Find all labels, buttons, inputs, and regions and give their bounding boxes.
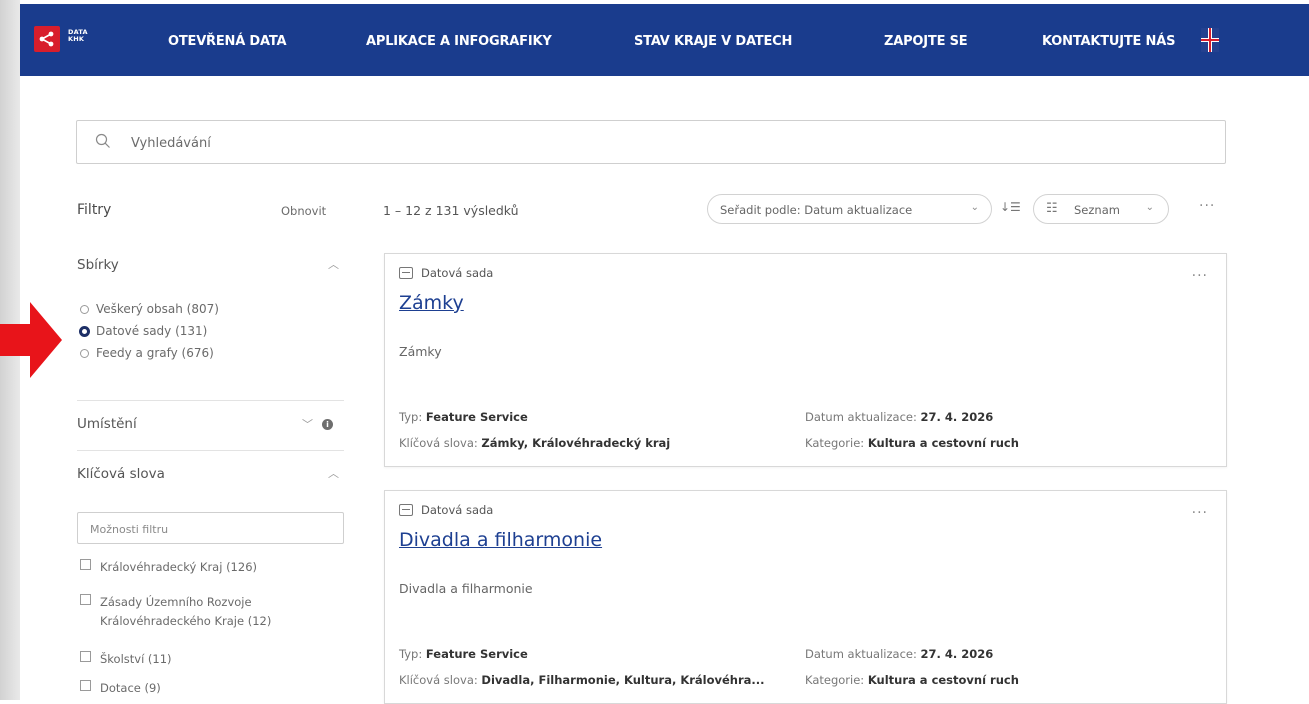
meta-label: Kategorie: (805, 673, 865, 687)
card-type: Datová sada (399, 503, 493, 517)
divider (77, 450, 344, 451)
reset-filters-button[interactable]: Obnovit (281, 204, 326, 218)
meta-label: Klíčová slova: (399, 673, 478, 687)
meta-value: Divadla, Filharmonie, Kultura, Královéhr… (481, 673, 765, 687)
chevron-down-icon[interactable]: ﹀ (302, 416, 313, 432)
card-meta-keywords: Klíčová slova: Divadla, Filharmonie, Kul… (399, 673, 765, 687)
keywords-section-title[interactable]: Klíčová slova (77, 466, 165, 482)
nav-region-state[interactable]: STAV KRAJE V DATECH (634, 34, 792, 49)
location-section-title[interactable]: Umístění (77, 416, 137, 432)
option-label: Školství (11) (100, 652, 172, 666)
card-meta-category: Kategorie: Kultura a cestovní ruch (805, 436, 1019, 450)
collection-option-all[interactable]: Veškerý obsah (807) (80, 302, 219, 316)
option-label: Veškerý obsah (807) (96, 302, 219, 316)
sort-label: Seřadit podle: Datum aktualizace (720, 203, 913, 217)
card-more-options-icon[interactable]: ··· (1192, 268, 1208, 284)
checkbox[interactable] (80, 594, 91, 605)
card-title-link[interactable]: Divadla a filharmonie (399, 529, 602, 551)
search-icon (95, 133, 110, 148)
dataset-icon (399, 504, 413, 516)
meta-value: Kultura a cestovní ruch (867, 673, 1019, 687)
card-meta-category: Kategorie: Kultura a cestovní ruch (805, 673, 1019, 687)
result-card: Datová sada ··· Divadla a filharmonie Di… (384, 490, 1227, 704)
meta-value: Feature Service (425, 647, 528, 661)
results-count: 1 – 12 z 131 výsledků (383, 203, 519, 218)
card-type-label: Datová sada (421, 503, 494, 517)
keyword-option[interactable]: Školství (11) (80, 650, 340, 668)
card-more-options-icon[interactable]: ··· (1192, 505, 1208, 521)
annotation-arrow-icon (0, 302, 62, 378)
meta-value: Kultura a cestovní ruch (867, 436, 1019, 450)
top-navigation-bar: DATA KHK OTEVŘENÁ DATA APLIKACE A INFOGR… (20, 4, 1309, 76)
result-card: Datová sada ··· Zámky Zámky Typ: Feature… (384, 253, 1227, 467)
meta-value: 27. 4. 2026 (920, 410, 994, 424)
meta-label: Kategorie: (805, 436, 865, 450)
collections-section-title[interactable]: Sbírky (77, 257, 119, 273)
nav-contact[interactable]: KONTAKTUJTE NÁS (1042, 34, 1175, 49)
option-label-line1: Zásady Územního Rozvoje (100, 595, 252, 609)
filters-title: Filtry (77, 202, 112, 218)
option-label: Královéhradecký Kraj (126) (100, 560, 257, 574)
sort-direction-icon[interactable]: ↓☰ (1000, 200, 1021, 214)
nav-get-involved[interactable]: ZAPOJTE SE (884, 34, 968, 49)
info-icon[interactable]: i (322, 419, 333, 430)
list-view-icon: ☷ (1046, 201, 1058, 216)
checkbox[interactable] (80, 651, 91, 662)
more-options-icon[interactable]: ··· (1199, 198, 1215, 214)
meta-value: Zámky, Královéhradecký kraj (481, 436, 671, 450)
keyword-option[interactable]: Zásady Územního Rozvoje Královéhradeckéh… (80, 593, 340, 633)
divider (77, 400, 344, 401)
card-title-link[interactable]: Zámky (399, 292, 464, 314)
card-meta-date: Datum aktualizace: 27. 4. 2026 (805, 410, 993, 424)
card-meta-date: Datum aktualizace: 27. 4. 2026 (805, 647, 993, 661)
keyword-filter-box (77, 512, 344, 544)
nav-apps-infographics[interactable]: APLIKACE A INFOGRAFIKY (366, 34, 552, 49)
meta-value: 27. 4. 2026 (920, 647, 994, 661)
dataset-icon (399, 267, 413, 279)
radio-button[interactable] (80, 304, 89, 314)
meta-value: Feature Service (425, 410, 528, 424)
card-meta-type: Typ: Feature Service (399, 647, 528, 661)
card-description: Zámky (399, 344, 442, 359)
card-meta-type: Typ: Feature Service (399, 410, 528, 424)
keyword-option[interactable]: Dotace (9) (80, 679, 340, 697)
keyword-filter-input[interactable] (88, 519, 332, 539)
meta-label: Datum aktualizace: (805, 647, 917, 661)
radio-button-selected[interactable] (79, 325, 90, 337)
chevron-down-icon: ⌄ (970, 202, 979, 213)
card-description: Divadla a filharmonie (399, 581, 533, 596)
checkbox[interactable] (80, 680, 91, 691)
collection-option-feeds[interactable]: Feedy a grafy (676) (80, 346, 214, 360)
share-logo-icon[interactable] (34, 26, 60, 52)
english-flag-icon[interactable] (1201, 28, 1219, 52)
search-input[interactable] (129, 131, 1133, 155)
option-label: Feedy a grafy (676) (96, 346, 214, 360)
chevron-down-icon: ⌄ (1145, 202, 1154, 213)
checkbox[interactable] (80, 559, 91, 570)
meta-label: Typ: (399, 647, 423, 661)
card-meta-keywords: Klíčová slova: Zámky, Královéhradecký kr… (399, 436, 670, 450)
keyword-option[interactable]: Královéhradecký Kraj (126) (80, 558, 340, 576)
search-bar (76, 120, 1226, 164)
logo-line: KHK (68, 35, 85, 43)
option-label: Datové sady (131) (96, 324, 208, 338)
card-type: Datová sada (399, 266, 493, 280)
nav-open-data[interactable]: OTEVŘENÁ DATA (168, 34, 287, 49)
option-label-line2: Královéhradeckého Kraje (12) (100, 614, 272, 628)
chevron-up-icon[interactable]: ︿ (328, 465, 339, 481)
meta-label: Klíčová slova: (399, 436, 478, 450)
meta-label: Typ: (399, 410, 423, 424)
chevron-up-icon[interactable]: ︿ (328, 256, 339, 272)
card-type-label: Datová sada (421, 266, 494, 280)
logo-text[interactable]: DATA KHK (68, 29, 88, 43)
sort-dropdown[interactable]: Seřadit podle: Datum aktualizace ⌄ (707, 194, 992, 224)
meta-label: Datum aktualizace: (805, 410, 917, 424)
radio-button[interactable] (80, 348, 89, 358)
option-label: Dotace (9) (100, 681, 161, 695)
view-label: Seznam (1074, 203, 1120, 217)
view-dropdown[interactable]: ☷ Seznam ⌄ (1033, 194, 1169, 224)
collection-option-datasets[interactable]: Datové sady (131) (79, 324, 208, 338)
